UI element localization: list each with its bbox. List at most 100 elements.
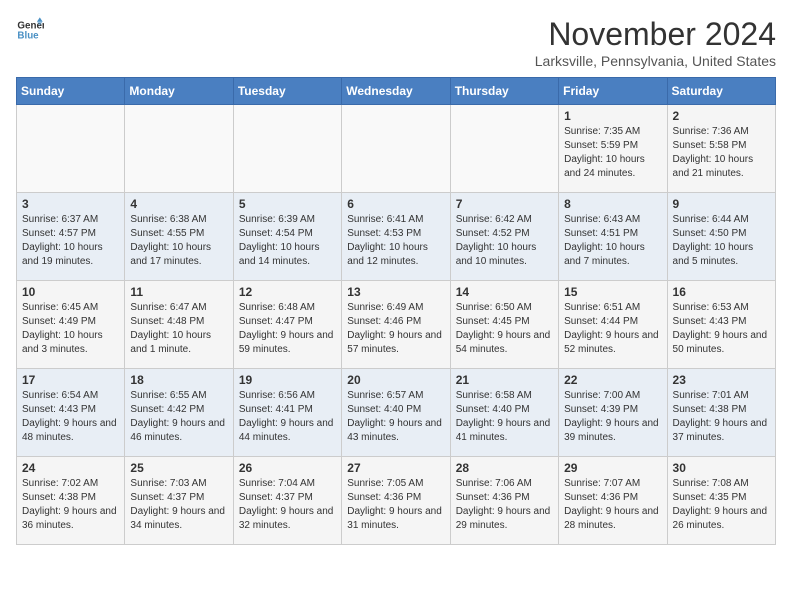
day-number: 14 xyxy=(456,285,553,299)
calendar-cell: 16 Sunrise: 6:53 AMSunset: 4:43 PMDayligh… xyxy=(667,281,775,369)
day-of-week-header: Wednesday xyxy=(342,78,450,105)
day-info: Sunrise: 6:38 AMSunset: 4:55 PMDaylight:… xyxy=(130,213,227,269)
calendar-cell: 5Sunrise: 6:39 AMSunset: 4:54 PMDaylight… xyxy=(233,193,341,281)
day-number: 18 xyxy=(130,373,227,387)
day-number: 17 xyxy=(22,373,119,387)
calendar-cell: 9 Sunrise: 6:44 AMSunset: 4:50 PMDaylight… xyxy=(667,193,775,281)
day-info: Sunrise: 6:43 AMSunset: 4:51 PMDaylight:… xyxy=(564,213,661,269)
day-number: 13 xyxy=(347,285,444,299)
day-info: Sunrise: 6:58 AMSunset: 4:40 PMDaylight:… xyxy=(456,389,553,445)
day-info: Sunrise: 7:03 AMSunset: 4:37 PMDaylight:… xyxy=(130,477,227,533)
day-number: 22 xyxy=(564,373,661,387)
day-info: Sunrise: 7:36 AMSunset: 5:58 PMDaylight:… xyxy=(673,125,770,181)
calendar-cell: 26 Sunrise: 7:04 AMSunset: 4:37 PMDayligh… xyxy=(233,457,341,545)
day-number: 4 xyxy=(130,197,227,211)
calendar-week-row: 3 Sunrise: 6:37 AMSunset: 4:57 PMDaylight… xyxy=(17,193,776,281)
day-number: 8 xyxy=(564,197,661,211)
day-number: 15 xyxy=(564,285,661,299)
day-info: Sunrise: 6:41 AMSunset: 4:53 PMDaylight:… xyxy=(347,213,444,269)
calendar-cell: 30Sunrise: 7:08 AMSunset: 4:35 PMDayligh… xyxy=(667,457,775,545)
day-info: Sunrise: 7:02 AMSunset: 4:38 PMDaylight:… xyxy=(22,477,119,533)
day-info: Sunrise: 7:35 AMSunset: 5:59 PMDaylight:… xyxy=(564,125,661,181)
calendar-cell xyxy=(17,105,125,193)
day-number: 10 xyxy=(22,285,119,299)
day-info: Sunrise: 6:47 AMSunset: 4:48 PMDaylight:… xyxy=(130,301,227,357)
day-number: 29 xyxy=(564,461,661,475)
calendar-cell: 28Sunrise: 7:06 AMSunset: 4:36 PMDayligh… xyxy=(450,457,558,545)
day-info: Sunrise: 6:39 AMSunset: 4:54 PMDaylight:… xyxy=(239,213,336,269)
calendar-week-row: 17 Sunrise: 6:54 AMSunset: 4:43 PMDayligh… xyxy=(17,369,776,457)
calendar-cell: 3 Sunrise: 6:37 AMSunset: 4:57 PMDaylight… xyxy=(17,193,125,281)
day-info: Sunrise: 6:50 AMSunset: 4:45 PMDaylight:… xyxy=(456,301,553,357)
day-number: 12 xyxy=(239,285,336,299)
calendar-cell: 4 Sunrise: 6:38 AMSunset: 4:55 PMDaylight… xyxy=(125,193,233,281)
day-number: 16 xyxy=(673,285,770,299)
day-number: 9 xyxy=(673,197,770,211)
calendar-cell: 18 Sunrise: 6:55 AMSunset: 4:42 PMDayligh… xyxy=(125,369,233,457)
calendar-cell xyxy=(233,105,341,193)
calendar-week-row: 1 Sunrise: 7:35 AMSunset: 5:59 PMDaylight… xyxy=(17,105,776,193)
svg-text:Blue: Blue xyxy=(17,30,39,41)
calendar-cell: 15 Sunrise: 6:51 AMSunset: 4:44 PMDayligh… xyxy=(559,281,667,369)
calendar-cell: 23Sunrise: 7:01 AMSunset: 4:38 PMDayligh… xyxy=(667,369,775,457)
calendar-cell: 10 Sunrise: 6:45 AMSunset: 4:49 PMDayligh… xyxy=(17,281,125,369)
day-number: 23 xyxy=(673,373,770,387)
day-info: Sunrise: 6:55 AMSunset: 4:42 PMDaylight:… xyxy=(130,389,227,445)
calendar-cell: 12 Sunrise: 6:48 AMSunset: 4:47 PMDayligh… xyxy=(233,281,341,369)
day-number: 19 xyxy=(239,373,336,387)
month-title: November 2024 xyxy=(535,16,776,53)
calendar-week-row: 10 Sunrise: 6:45 AMSunset: 4:49 PMDayligh… xyxy=(17,281,776,369)
calendar-cell: 19 Sunrise: 6:56 AMSunset: 4:41 PMDayligh… xyxy=(233,369,341,457)
calendar-cell xyxy=(450,105,558,193)
day-number: 2 xyxy=(673,109,770,123)
day-number: 20 xyxy=(347,373,444,387)
day-of-week-header: Monday xyxy=(125,78,233,105)
calendar-body: 1 Sunrise: 7:35 AMSunset: 5:59 PMDaylight… xyxy=(17,105,776,545)
day-number: 3 xyxy=(22,197,119,211)
calendar-cell: 7Sunrise: 6:42 AMSunset: 4:52 PMDaylight… xyxy=(450,193,558,281)
calendar-cell: 11 Sunrise: 6:47 AMSunset: 4:48 PMDayligh… xyxy=(125,281,233,369)
calendar-week-row: 24Sunrise: 7:02 AMSunset: 4:38 PMDayligh… xyxy=(17,457,776,545)
calendar-cell: 29Sunrise: 7:07 AMSunset: 4:36 PMDayligh… xyxy=(559,457,667,545)
page-header: General Blue November 2024 Larksville, P… xyxy=(16,16,776,69)
day-number: 1 xyxy=(564,109,661,123)
day-info: Sunrise: 6:48 AMSunset: 4:47 PMDaylight:… xyxy=(239,301,336,357)
day-number: 26 xyxy=(239,461,336,475)
day-info: Sunrise: 6:37 AMSunset: 4:57 PMDaylight:… xyxy=(22,213,119,269)
day-number: 11 xyxy=(130,285,227,299)
day-info: Sunrise: 7:06 AMSunset: 4:36 PMDaylight:… xyxy=(456,477,553,533)
day-info: Sunrise: 6:44 AMSunset: 4:50 PMDaylight:… xyxy=(673,213,770,269)
calendar-cell: 14 Sunrise: 6:50 AMSunset: 4:45 PMDayligh… xyxy=(450,281,558,369)
day-info: Sunrise: 6:53 AMSunset: 4:43 PMDaylight:… xyxy=(673,301,770,357)
day-info: Sunrise: 7:04 AMSunset: 4:37 PMDaylight:… xyxy=(239,477,336,533)
calendar-cell: 13 Sunrise: 6:49 AMSunset: 4:46 PMDayligh… xyxy=(342,281,450,369)
day-info: Sunrise: 6:45 AMSunset: 4:49 PMDaylight:… xyxy=(22,301,119,357)
calendar-cell: 1 Sunrise: 7:35 AMSunset: 5:59 PMDaylight… xyxy=(559,105,667,193)
calendar-cell: 20Sunrise: 6:57 AMSunset: 4:40 PMDayligh… xyxy=(342,369,450,457)
day-number: 6 xyxy=(347,197,444,211)
day-number: 30 xyxy=(673,461,770,475)
calendar-cell: 6 Sunrise: 6:41 AMSunset: 4:53 PMDaylight… xyxy=(342,193,450,281)
day-info: Sunrise: 6:56 AMSunset: 4:41 PMDaylight:… xyxy=(239,389,336,445)
day-number: 21 xyxy=(456,373,553,387)
day-number: 7 xyxy=(456,197,553,211)
day-info: Sunrise: 6:54 AMSunset: 4:43 PMDaylight:… xyxy=(22,389,119,445)
day-of-week-header: Saturday xyxy=(667,78,775,105)
calendar-table: SundayMondayTuesdayWednesdayThursdayFrid… xyxy=(16,77,776,545)
day-info: Sunrise: 6:49 AMSunset: 4:46 PMDaylight:… xyxy=(347,301,444,357)
day-of-week-header: Tuesday xyxy=(233,78,341,105)
day-info: Sunrise: 7:05 AMSunset: 4:36 PMDaylight:… xyxy=(347,477,444,533)
logo-icon: General Blue xyxy=(16,16,44,44)
day-number: 27 xyxy=(347,461,444,475)
day-info: Sunrise: 6:51 AMSunset: 4:44 PMDaylight:… xyxy=(564,301,661,357)
calendar-header-row: SundayMondayTuesdayWednesdayThursdayFrid… xyxy=(17,78,776,105)
calendar-cell: 24Sunrise: 7:02 AMSunset: 4:38 PMDayligh… xyxy=(17,457,125,545)
calendar-cell: 8 Sunrise: 6:43 AMSunset: 4:51 PMDaylight… xyxy=(559,193,667,281)
calendar-cell: 17 Sunrise: 6:54 AMSunset: 4:43 PMDayligh… xyxy=(17,369,125,457)
location-subtitle: Larksville, Pennsylvania, United States xyxy=(535,53,776,69)
day-info: Sunrise: 7:00 AMSunset: 4:39 PMDaylight:… xyxy=(564,389,661,445)
day-of-week-header: Sunday xyxy=(17,78,125,105)
day-number: 25 xyxy=(130,461,227,475)
title-block: November 2024 Larksville, Pennsylvania, … xyxy=(535,16,776,69)
day-of-week-header: Thursday xyxy=(450,78,558,105)
